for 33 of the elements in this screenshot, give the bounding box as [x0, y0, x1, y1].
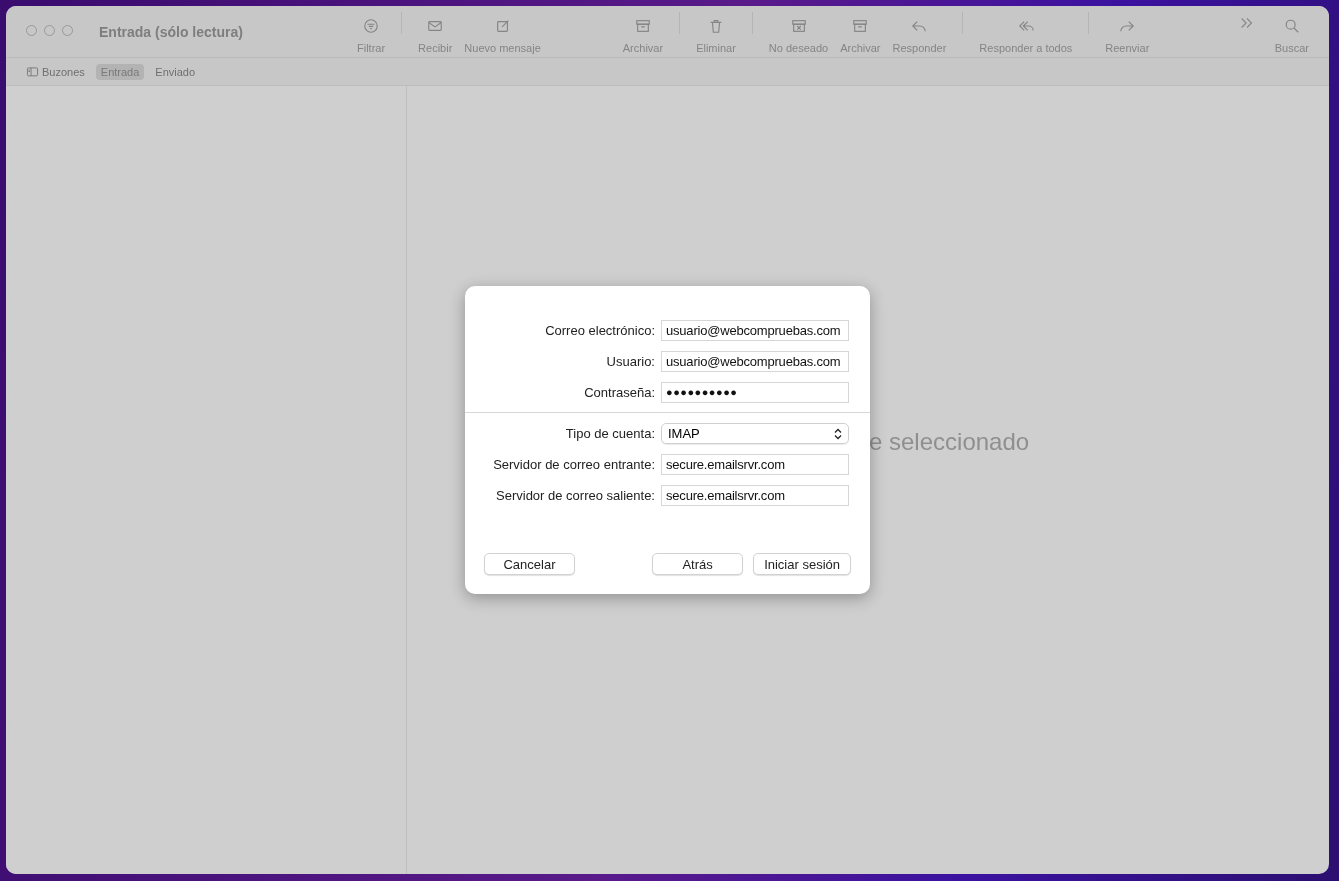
- compose-icon: [494, 18, 511, 34]
- field-label: Correo electrónico:: [544, 322, 655, 340]
- window-title: Entrada (sólo lectura): [99, 23, 244, 40]
- mailbox-tab[interactable]: Buzones: [21, 63, 90, 80]
- mailbox-tab[interactable]: Entrada: [95, 63, 145, 80]
- search-icon: [1283, 18, 1300, 34]
- junk-box-icon: [790, 18, 807, 34]
- account-type-select[interactable]: IMAP: [661, 423, 849, 444]
- password-field[interactable]: ●●●●●●●●●●: [661, 382, 849, 403]
- dialog-button[interactable]: Atrás: [652, 553, 744, 575]
- field-label: Tipo de cuenta:: [564, 425, 655, 443]
- archive-box-icon: [852, 18, 869, 34]
- reply-arrow-icon: [911, 18, 928, 34]
- field-label: Servidor de correo saliente:: [495, 487, 655, 505]
- trash-icon: [708, 18, 724, 34]
- forward-arrow-icon: [1119, 18, 1136, 34]
- dialog-button[interactable]: Iniciar sesión: [753, 553, 851, 575]
- archive-box-icon: [634, 18, 651, 34]
- up-down-chevron-icon: [834, 427, 842, 440]
- field-label: Contraseña:: [583, 384, 655, 402]
- field-label: Usuario:: [605, 353, 655, 371]
- dialog-button[interactable]: Cancelar: [484, 553, 575, 575]
- empty-message: e seleccionado: [869, 428, 1030, 456]
- input-field[interactable]: secure.emailsrvr.com: [661, 485, 849, 506]
- mailbox-tab[interactable]: Enviado: [150, 63, 201, 80]
- input-field[interactable]: secure.emailsrvr.com: [661, 454, 849, 475]
- field-label: Servidor de correo entrante:: [492, 456, 655, 474]
- filter-icon: [363, 18, 380, 34]
- envelope-icon: [427, 18, 444, 34]
- double-reply-arrow-icon: [1017, 18, 1034, 34]
- input-field[interactable]: usuario@webcompruebas.com: [661, 351, 849, 372]
- sidebar-icon: [26, 65, 39, 78]
- input-field[interactable]: usuario@webcompruebas.com: [661, 320, 849, 341]
